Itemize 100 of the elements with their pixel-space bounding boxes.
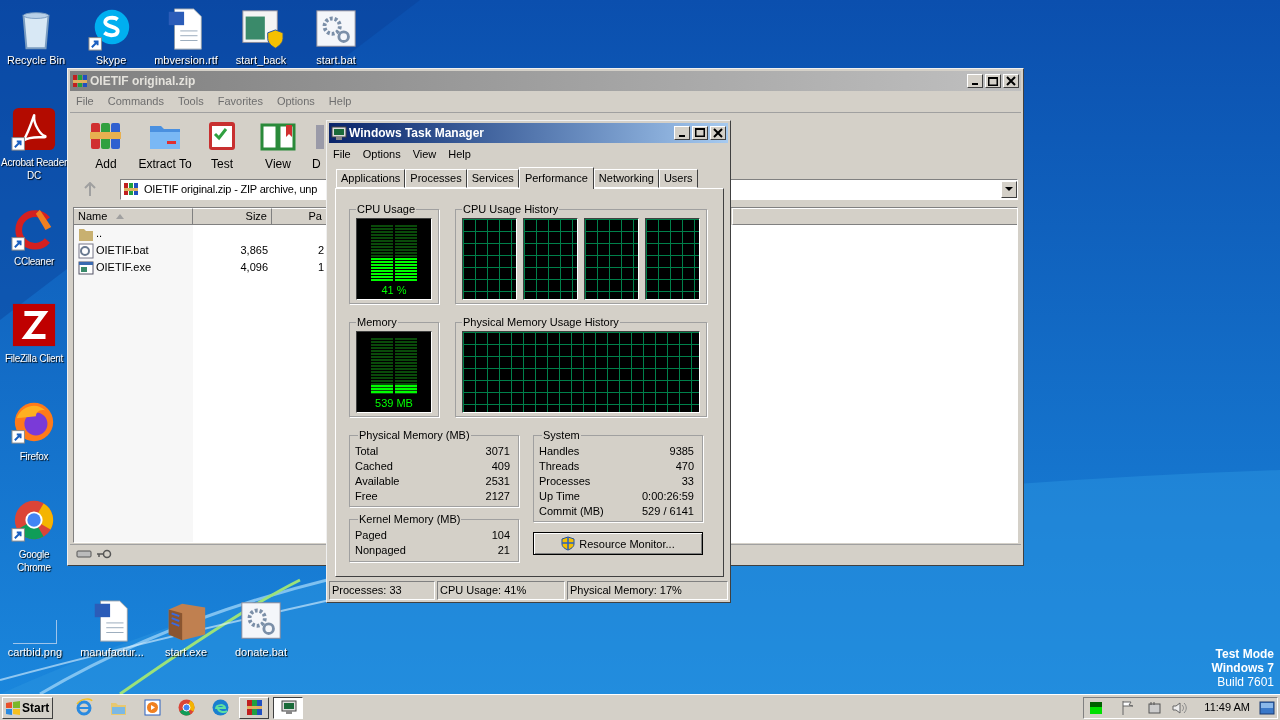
gear-file-icon (78, 242, 94, 259)
menu-item[interactable]: Tools (178, 93, 204, 110)
stat-label: Up Time (539, 488, 580, 504)
close-button[interactable] (710, 125, 726, 140)
caret-icon (1005, 186, 1013, 192)
show-desktop-icon (1259, 700, 1275, 715)
desktop-shortcut[interactable]: Acrobat Reader DC (1, 106, 67, 182)
meter-reading: 41 % (381, 283, 407, 299)
resource-monitor-button[interactable]: Resource Monitor... (533, 532, 703, 556)
file-row[interactable]: .. (74, 225, 1017, 242)
stat-label: Commit (MB) (539, 503, 604, 519)
desktop-shortcut[interactable]: CCleaner (1, 206, 67, 268)
archive-books-icon (244, 698, 264, 717)
os-notice-text: Windows 7 (1211, 661, 1274, 675)
file-row[interactable]: OIETIF.exe 4,096 1 (74, 259, 1017, 276)
dropdown-button[interactable] (1001, 180, 1017, 198)
file-size: 4,096 (239, 260, 268, 276)
file-name: .. (96, 226, 103, 242)
close-icon (713, 127, 723, 138)
column-header[interactable]: Name (74, 208, 193, 225)
toolbar-button[interactable]: Test (196, 113, 248, 176)
desktop-shortcut[interactable]: start.exe (148, 598, 224, 659)
group-label: System (542, 427, 581, 443)
desktop-shortcut[interactable]: start.bat (298, 6, 374, 67)
desktop-shortcut[interactable]: FileZilla Client (1, 302, 67, 365)
taskbar-button[interactable] (273, 696, 303, 719)
minimize-button[interactable] (967, 74, 983, 88)
maximize-icon (988, 76, 998, 86)
minimize-icon (972, 83, 978, 85)
menu-item[interactable]: Commands (107, 93, 164, 110)
filezilla-icon (11, 302, 57, 348)
desktop-shortcut[interactable]: start_back (223, 6, 299, 67)
stat-value: 21 (497, 543, 510, 559)
maximize-button[interactable] (692, 125, 708, 140)
group-label: CPU Usage History (462, 201, 560, 217)
group-label: CPU Usage (356, 201, 417, 217)
menu-item[interactable]: View (412, 145, 437, 163)
start-button[interactable]: Start (2, 696, 53, 719)
tab[interactable]: Processes (405, 168, 467, 188)
maximize-icon (695, 128, 705, 138)
desktop-shortcut[interactable]: cartbid.png (0, 598, 73, 659)
desktop-shortcut[interactable]: Recycle Bin (0, 6, 74, 67)
monitor-icon (278, 698, 298, 717)
desktop-shortcut[interactable]: Skype (73, 6, 149, 67)
stat-label: Threads (539, 458, 580, 474)
stat-label: Paged (355, 528, 387, 544)
tab[interactable]: Applications (336, 168, 406, 188)
window-title: Windows Task Manager (349, 124, 486, 142)
tab[interactable]: Services (466, 168, 519, 188)
desktop-shortcut[interactable]: manufactur... (74, 598, 150, 659)
close-button[interactable] (1003, 74, 1019, 88)
stat-label: Handles (539, 443, 580, 459)
network-icon (1146, 699, 1163, 716)
menu-item[interactable]: Options (362, 145, 401, 163)
status-field: CPU Usage: 41% (437, 581, 565, 600)
stat-value: 529 / 6141 (642, 503, 694, 519)
toolbar-button[interactable]: View (248, 113, 308, 176)
menu-item[interactable]: Options (276, 93, 315, 110)
menu-item[interactable]: Help (448, 145, 471, 163)
desktop-shortcut[interactable]: mbversion.rtf (148, 6, 224, 67)
file-row[interactable]: OIETIF.bat 3,865 2 (74, 242, 1017, 259)
stat-value: 9385 (669, 443, 694, 459)
group-label: Physical Memory (MB) (358, 427, 471, 443)
maximize-button[interactable] (985, 74, 1001, 88)
stat-value: 33 (681, 473, 694, 489)
status-field: Physical Memory: 17% (567, 581, 728, 600)
stat-label: Cached (355, 458, 393, 474)
status-field: Processes: 33 (329, 581, 435, 600)
menu-item[interactable]: File (333, 145, 351, 163)
desktop-shortcut[interactable]: Google Chrome (1, 497, 67, 574)
stat-value: 2531 (485, 473, 510, 489)
image-file-icon (13, 620, 57, 644)
file-name: OIETIF.exe (96, 260, 152, 276)
up-arrow-icon (84, 182, 96, 196)
file-name: OIETIF.bat (96, 243, 149, 259)
drive-icon (76, 549, 92, 559)
close-icon (1006, 76, 1016, 86)
tab[interactable]: Networking (593, 168, 659, 188)
window-file-icon (78, 259, 94, 276)
shield-icon (561, 536, 576, 552)
toolbar-button[interactable]: Extract To (134, 113, 196, 176)
desktop-shortcut[interactable]: Firefox (1, 399, 67, 463)
toolbar-button[interactable]: D (308, 113, 324, 176)
desktop-shortcut[interactable]: donate.bat (223, 598, 299, 659)
stat-value: 470 (675, 458, 694, 474)
tab[interactable]: Performance (518, 166, 594, 189)
sort-arrow-icon (116, 214, 124, 219)
minimize-button[interactable] (674, 125, 690, 140)
tab[interactable]: Users (658, 168, 698, 188)
stat-label: Nonpaged (355, 543, 406, 559)
group-label: Memory (356, 314, 398, 330)
chrome-icon (176, 698, 196, 717)
toolbar-button[interactable]: Add (78, 113, 134, 176)
speaker-icon (1171, 699, 1188, 716)
address-text: OIETIF original.zip - ZIP archive, unp (144, 181, 319, 197)
clock-time[interactable]: 11:49 AM (1204, 699, 1250, 716)
stat-value: 2127 (485, 488, 510, 504)
column-header[interactable]: Size (193, 208, 272, 225)
monitor-icon (331, 124, 347, 141)
minimize-icon (679, 134, 685, 137)
